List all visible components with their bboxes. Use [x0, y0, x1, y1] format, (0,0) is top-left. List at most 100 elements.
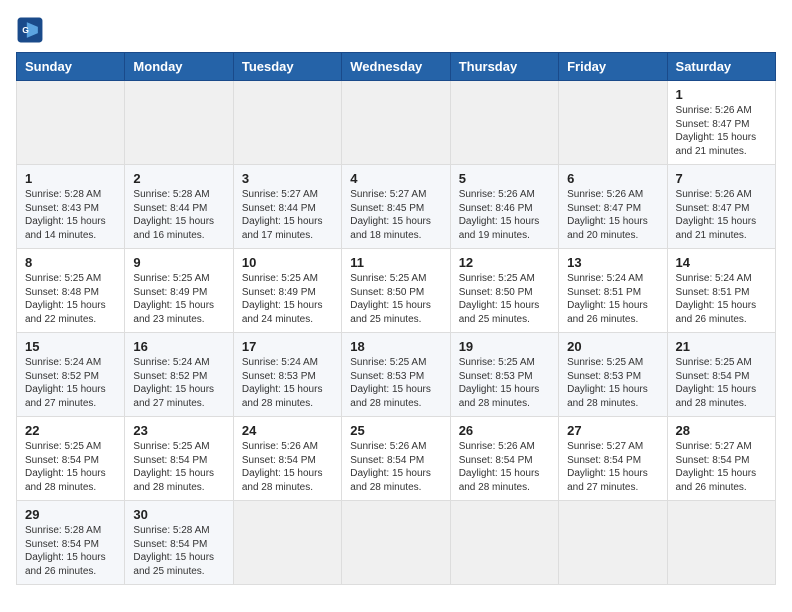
day-number: 20: [567, 339, 658, 354]
calendar-day-cell: 22Sunrise: 5:25 AMSunset: 8:54 PMDayligh…: [17, 417, 125, 501]
day-number: 13: [567, 255, 658, 270]
day-info: Sunrise: 5:28 AMSunset: 8:44 PMDaylight:…: [133, 188, 224, 242]
calendar-day-cell: 2 Sunrise: 5:28 AMSunset: 8:44 PMDaylight…: [125, 165, 233, 249]
calendar-day-cell: 10 Sunrise: 5:25 AMSunset: 8:49 PMDayligh…: [233, 249, 341, 333]
day-number: 23: [133, 423, 224, 438]
calendar-day-cell: 8Sunrise: 5:25 AMSunset: 8:48 PMDaylight…: [17, 249, 125, 333]
weekday-header-cell: Wednesday: [342, 53, 450, 81]
calendar-day-cell: [342, 81, 450, 165]
day-info: Sunrise: 5:25 AMSunset: 8:50 PMDaylight:…: [350, 272, 441, 326]
calendar-day-cell: 29 Sunrise: 5:28 AMSunset: 8:54 PMDayligh…: [17, 501, 125, 585]
day-info: Sunrise: 5:26 AMSunset: 8:54 PMDaylight:…: [459, 440, 550, 494]
day-number: 26: [459, 423, 550, 438]
day-info: Sunrise: 5:28 AMSunset: 8:54 PMDaylight:…: [133, 524, 224, 578]
calendar-day-cell: 12 Sunrise: 5:25 AMSunset: 8:50 PMDayligh…: [450, 249, 558, 333]
calendar-week-row: 8Sunrise: 5:25 AMSunset: 8:48 PMDaylight…: [17, 249, 776, 333]
calendar-day-cell: 16Sunrise: 5:24 AMSunset: 8:52 PMDayligh…: [125, 333, 233, 417]
calendar-day-cell: 13 Sunrise: 5:24 AMSunset: 8:51 PMDayligh…: [559, 249, 667, 333]
day-number: 14: [676, 255, 767, 270]
day-number: 9: [133, 255, 224, 270]
day-info: Sunrise: 5:24 AMSunset: 8:51 PMDaylight:…: [676, 272, 767, 326]
day-number: 10: [242, 255, 333, 270]
calendar-day-cell: 30 Sunrise: 5:28 AMSunset: 8:54 PMDayligh…: [125, 501, 233, 585]
weekday-header-cell: Tuesday: [233, 53, 341, 81]
calendar-day-cell: 26 Sunrise: 5:26 AMSunset: 8:54 PMDayligh…: [450, 417, 558, 501]
calendar-day-cell: 4Sunrise: 5:27 AMSunset: 8:45 PMDaylight…: [342, 165, 450, 249]
day-info: Sunrise: 5:25 AMSunset: 8:53 PMDaylight:…: [567, 356, 658, 410]
day-info: Sunrise: 5:24 AMSunset: 8:51 PMDaylight:…: [567, 272, 658, 326]
calendar-day-cell: 23 Sunrise: 5:25 AMSunset: 8:54 PMDayligh…: [125, 417, 233, 501]
calendar-day-cell: 25Sunrise: 5:26 AMSunset: 8:54 PMDayligh…: [342, 417, 450, 501]
weekday-header-cell: Sunday: [17, 53, 125, 81]
day-number: 2: [133, 171, 224, 186]
day-number: 17: [242, 339, 333, 354]
day-number: 30: [133, 507, 224, 522]
day-number: 29: [25, 507, 116, 522]
calendar-day-cell: 20 Sunrise: 5:25 AMSunset: 8:53 PMDayligh…: [559, 333, 667, 417]
day-info: Sunrise: 5:25 AMSunset: 8:50 PMDaylight:…: [459, 272, 550, 326]
day-number: 4: [350, 171, 441, 186]
day-info: Sunrise: 5:26 AMSunset: 8:46 PMDaylight:…: [459, 188, 550, 242]
day-info: Sunrise: 5:28 AMSunset: 8:54 PMDaylight:…: [25, 524, 116, 578]
svg-text:G: G: [22, 25, 29, 35]
calendar-day-cell: 24Sunrise: 5:26 AMSunset: 8:54 PMDayligh…: [233, 417, 341, 501]
day-info: Sunrise: 5:24 AMSunset: 8:52 PMDaylight:…: [133, 356, 224, 410]
calendar-day-cell: 21 Sunrise: 5:25 AMSunset: 8:54 PMDayligh…: [667, 333, 775, 417]
day-info: Sunrise: 5:24 AMSunset: 8:52 PMDaylight:…: [25, 356, 116, 410]
day-number: 15: [25, 339, 116, 354]
day-info: Sunrise: 5:25 AMSunset: 8:53 PMDaylight:…: [459, 356, 550, 410]
calendar-day-cell: 14 Sunrise: 5:24 AMSunset: 8:51 PMDayligh…: [667, 249, 775, 333]
calendar-day-cell: 9 Sunrise: 5:25 AMSunset: 8:49 PMDaylight…: [125, 249, 233, 333]
calendar-day-cell: 27 Sunrise: 5:27 AMSunset: 8:54 PMDayligh…: [559, 417, 667, 501]
calendar-day-cell: [667, 501, 775, 585]
calendar-week-row: 1 Sunrise: 5:26 AMSunset: 8:47 PMDaylight…: [17, 81, 776, 165]
calendar-day-cell: [450, 501, 558, 585]
calendar-week-row: 22Sunrise: 5:25 AMSunset: 8:54 PMDayligh…: [17, 417, 776, 501]
weekday-header-cell: Monday: [125, 53, 233, 81]
calendar-day-cell: [450, 81, 558, 165]
day-info: Sunrise: 5:26 AMSunset: 8:54 PMDaylight:…: [242, 440, 333, 494]
day-number: 19: [459, 339, 550, 354]
day-info: Sunrise: 5:25 AMSunset: 8:54 PMDaylight:…: [133, 440, 224, 494]
page-header: G: [16, 16, 776, 44]
logo-icon: G: [16, 16, 44, 44]
calendar-day-cell: 5 Sunrise: 5:26 AMSunset: 8:46 PMDaylight…: [450, 165, 558, 249]
calendar-day-cell: 7Sunrise: 5:26 AMSunset: 8:47 PMDaylight…: [667, 165, 775, 249]
day-info: Sunrise: 5:25 AMSunset: 8:49 PMDaylight:…: [133, 272, 224, 326]
calendar-day-cell: 1 Sunrise: 5:28 AMSunset: 8:43 PMDaylight…: [17, 165, 125, 249]
day-info: Sunrise: 5:25 AMSunset: 8:54 PMDaylight:…: [676, 356, 767, 410]
day-number: 3: [242, 171, 333, 186]
day-number: 21: [676, 339, 767, 354]
calendar-day-cell: [233, 81, 341, 165]
weekday-header-cell: Thursday: [450, 53, 558, 81]
calendar-day-cell: 28Sunrise: 5:27 AMSunset: 8:54 PMDayligh…: [667, 417, 775, 501]
day-number: 27: [567, 423, 658, 438]
calendar-day-cell: [125, 81, 233, 165]
weekday-header-cell: Saturday: [667, 53, 775, 81]
day-info: Sunrise: 5:25 AMSunset: 8:49 PMDaylight:…: [242, 272, 333, 326]
day-info: Sunrise: 5:25 AMSunset: 8:53 PMDaylight:…: [350, 356, 441, 410]
day-number: 5: [459, 171, 550, 186]
calendar-day-cell: 6Sunrise: 5:26 AMSunset: 8:47 PMDaylight…: [559, 165, 667, 249]
day-number: 1: [25, 171, 116, 186]
day-info: Sunrise: 5:26 AMSunset: 8:47 PMDaylight:…: [676, 104, 767, 158]
day-number: 1: [676, 87, 767, 102]
calendar-day-cell: 15 Sunrise: 5:24 AMSunset: 8:52 PMDayligh…: [17, 333, 125, 417]
calendar-day-cell: 17Sunrise: 5:24 AMSunset: 8:53 PMDayligh…: [233, 333, 341, 417]
day-number: 11: [350, 255, 441, 270]
calendar-day-cell: [17, 81, 125, 165]
weekday-header-cell: Friday: [559, 53, 667, 81]
calendar-week-row: 29 Sunrise: 5:28 AMSunset: 8:54 PMDayligh…: [17, 501, 776, 585]
day-info: Sunrise: 5:25 AMSunset: 8:48 PMDaylight:…: [25, 272, 116, 326]
day-info: Sunrise: 5:27 AMSunset: 8:44 PMDaylight:…: [242, 188, 333, 242]
calendar-day-cell: 18 Sunrise: 5:25 AMSunset: 8:53 PMDayligh…: [342, 333, 450, 417]
weekday-header-row: SundayMondayTuesdayWednesdayThursdayFrid…: [17, 53, 776, 81]
day-number: 18: [350, 339, 441, 354]
calendar-table: SundayMondayTuesdayWednesdayThursdayFrid…: [16, 52, 776, 585]
day-info: Sunrise: 5:28 AMSunset: 8:43 PMDaylight:…: [25, 188, 116, 242]
day-number: 12: [459, 255, 550, 270]
calendar-day-cell: 3 Sunrise: 5:27 AMSunset: 8:44 PMDaylight…: [233, 165, 341, 249]
day-info: Sunrise: 5:27 AMSunset: 8:54 PMDaylight:…: [567, 440, 658, 494]
day-info: Sunrise: 5:25 AMSunset: 8:54 PMDaylight:…: [25, 440, 116, 494]
calendar-day-cell: 11 Sunrise: 5:25 AMSunset: 8:50 PMDayligh…: [342, 249, 450, 333]
